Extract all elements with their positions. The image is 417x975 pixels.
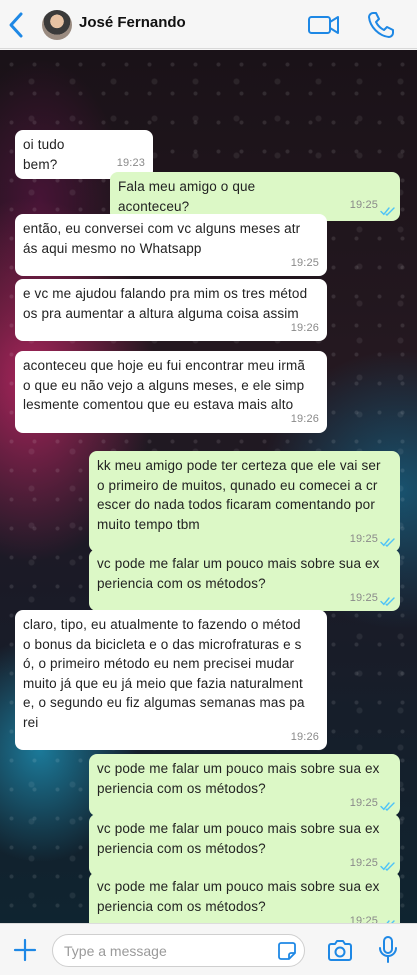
outgoing-message[interactable]: kk meu amigo pode ter certeza que ele va…: [89, 451, 400, 552]
sticker-icon[interactable]: [277, 941, 297, 961]
outgoing-message[interactable]: vc pode me falar um pouco mais sobre sua…: [89, 814, 400, 876]
incoming-message[interactable]: então, eu conversei com vc alguns meses …: [15, 214, 327, 276]
incoming-message[interactable]: claro, tipo, eu atualmente to fazendo o …: [15, 610, 327, 750]
message-text: vc pode me falar um pouco mais sobre sua…: [97, 821, 380, 856]
message-text: kk meu amigo pode ter certeza que ele va…: [97, 458, 381, 532]
message-time: 19:26: [290, 321, 319, 334]
message-time: 19:25: [349, 856, 378, 869]
message-time: 19:25: [290, 256, 319, 269]
back-chevron-icon[interactable]: [6, 10, 28, 40]
read-receipt-icon: [380, 207, 395, 216]
outgoing-message[interactable]: vc pode me falar um pouco mais sobre sua…: [89, 549, 400, 611]
microphone-icon[interactable]: [378, 935, 398, 965]
read-receipt-icon: [380, 538, 395, 547]
incoming-message[interactable]: aconteceu que hoje eu fui encontrar meu …: [15, 351, 327, 433]
message-text: vc pode me falar um pouco mais sobre sua…: [97, 761, 380, 796]
message-text: Fala meu amigo o que aconteceu?: [118, 179, 256, 214]
chat-area[interactable]: oi tudo bem? 19:23 Fala meu amigo o que ac…: [0, 50, 417, 923]
contact-avatar[interactable]: [42, 10, 72, 40]
outgoing-message[interactable]: vc pode me falar um pouco mais sobre sua…: [89, 872, 400, 923]
message-input[interactable]: [52, 934, 305, 967]
camera-icon[interactable]: [326, 938, 354, 964]
chat-header: José Fernando: [0, 0, 417, 49]
read-receipt-icon: [380, 862, 395, 871]
message-text: vc pode me falar um pouco mais sobre sua…: [97, 556, 380, 591]
message-time: 19:26: [290, 413, 319, 425]
message-time: 19:25: [349, 796, 378, 809]
message-time: 19:26: [290, 730, 319, 743]
composer-bar: [0, 923, 417, 975]
incoming-message[interactable]: e vc me ajudou falando pra mim os tres m…: [15, 279, 327, 341]
message-text: aconteceu que hoje eu fui encontrar meu …: [23, 358, 306, 412]
message-time: 19:25: [349, 914, 378, 924]
message-text: e vc me ajudou falando pra mim os tres m…: [23, 286, 308, 321]
outgoing-message[interactable]: vc pode me falar um pouco mais sobre sua…: [89, 754, 400, 816]
message-time: 19:25: [349, 532, 378, 545]
phone-icon[interactable]: [366, 10, 396, 40]
message-time: 19:23: [116, 156, 145, 169]
video-camera-icon[interactable]: [306, 12, 342, 38]
message-text: então, eu conversei com vc alguns meses …: [23, 221, 301, 256]
message-text: claro, tipo, eu atualmente to fazendo o …: [23, 617, 305, 730]
plus-icon[interactable]: [12, 937, 38, 963]
message-time: 19:25: [349, 198, 378, 211]
message-time: 19:25: [349, 591, 378, 604]
read-receipt-icon: [380, 597, 395, 606]
message-text: vc pode me falar um pouco mais sobre sua…: [97, 879, 380, 914]
message-text: oi tudo bem?: [23, 137, 65, 172]
read-receipt-icon: [380, 802, 395, 811]
contact-name[interactable]: José Fernando: [79, 14, 186, 31]
